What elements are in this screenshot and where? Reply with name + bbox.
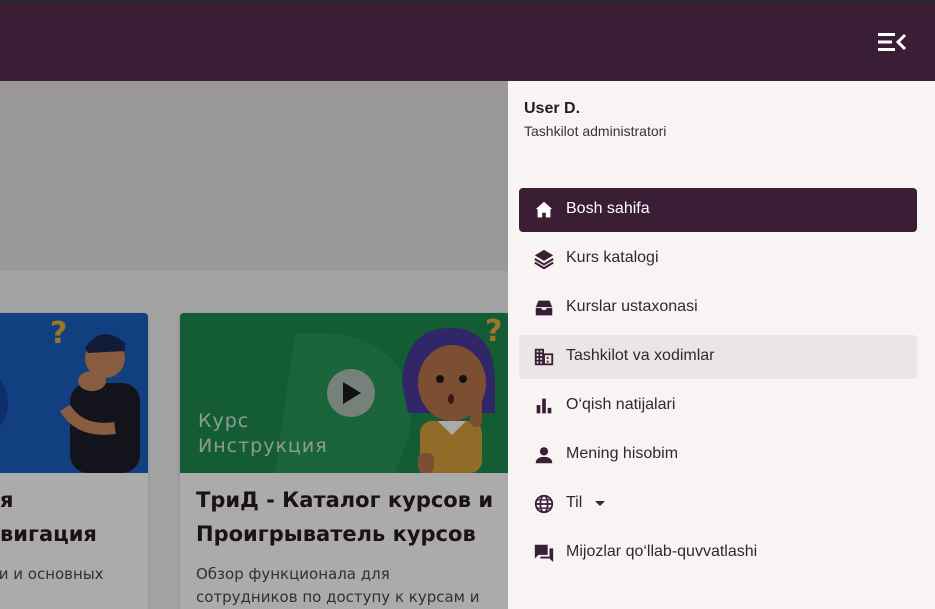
nav-item-home[interactable]: Bosh sahifa [519, 188, 917, 232]
inbox-tray-icon [533, 297, 555, 319]
nav-item-language[interactable]: Til [519, 482, 917, 526]
user-name: User D. [524, 100, 581, 117]
chat-icon [533, 542, 555, 564]
nav-label: Kurs katalogi [566, 249, 659, 266]
layers-icon [533, 248, 555, 270]
nav-item-my-account[interactable]: Mening hisobim [519, 433, 917, 477]
navigation-drawer: User D. Tashkilot administratori Bosh sa… [508, 81, 935, 609]
nav-label: Bosh sahifa [566, 200, 650, 217]
globe-icon [533, 493, 555, 515]
nav-label: Mening hisobim [566, 445, 679, 462]
caret-down-icon [595, 501, 605, 506]
building-icon [533, 346, 555, 368]
nav-item-learning-results[interactable]: O‘qish natijalari [519, 384, 917, 428]
nav-label: Mijozlar qo‘llab-quvvatlashi [566, 543, 758, 560]
person-icon [533, 444, 555, 466]
nav-label: O‘qish natijalari [566, 396, 676, 413]
bar-chart-icon [533, 395, 555, 417]
top-app-bar [0, 0, 935, 81]
nav-label: Kurslar ustaxonasi [566, 298, 698, 315]
nav-label: Til [566, 494, 583, 511]
nav-label: Tashkilot va xodimlar [566, 347, 715, 364]
nav-item-course-catalog[interactable]: Kurs katalogi [519, 237, 917, 281]
drawer-nav: Bosh sahifa Kurs katalogi Kurslar ustaxo… [519, 188, 917, 580]
menu-open-icon[interactable] [877, 30, 907, 54]
user-role: Tashkilot administratori [524, 123, 667, 139]
nav-item-organization[interactable]: Tashkilot va xodimlar [519, 335, 917, 379]
nav-item-support[interactable]: Mijozlar qo‘llab-quvvatlashi [519, 531, 917, 575]
home-icon [533, 199, 555, 221]
nav-item-course-workshop[interactable]: Kurslar ustaxonasi [519, 286, 917, 330]
